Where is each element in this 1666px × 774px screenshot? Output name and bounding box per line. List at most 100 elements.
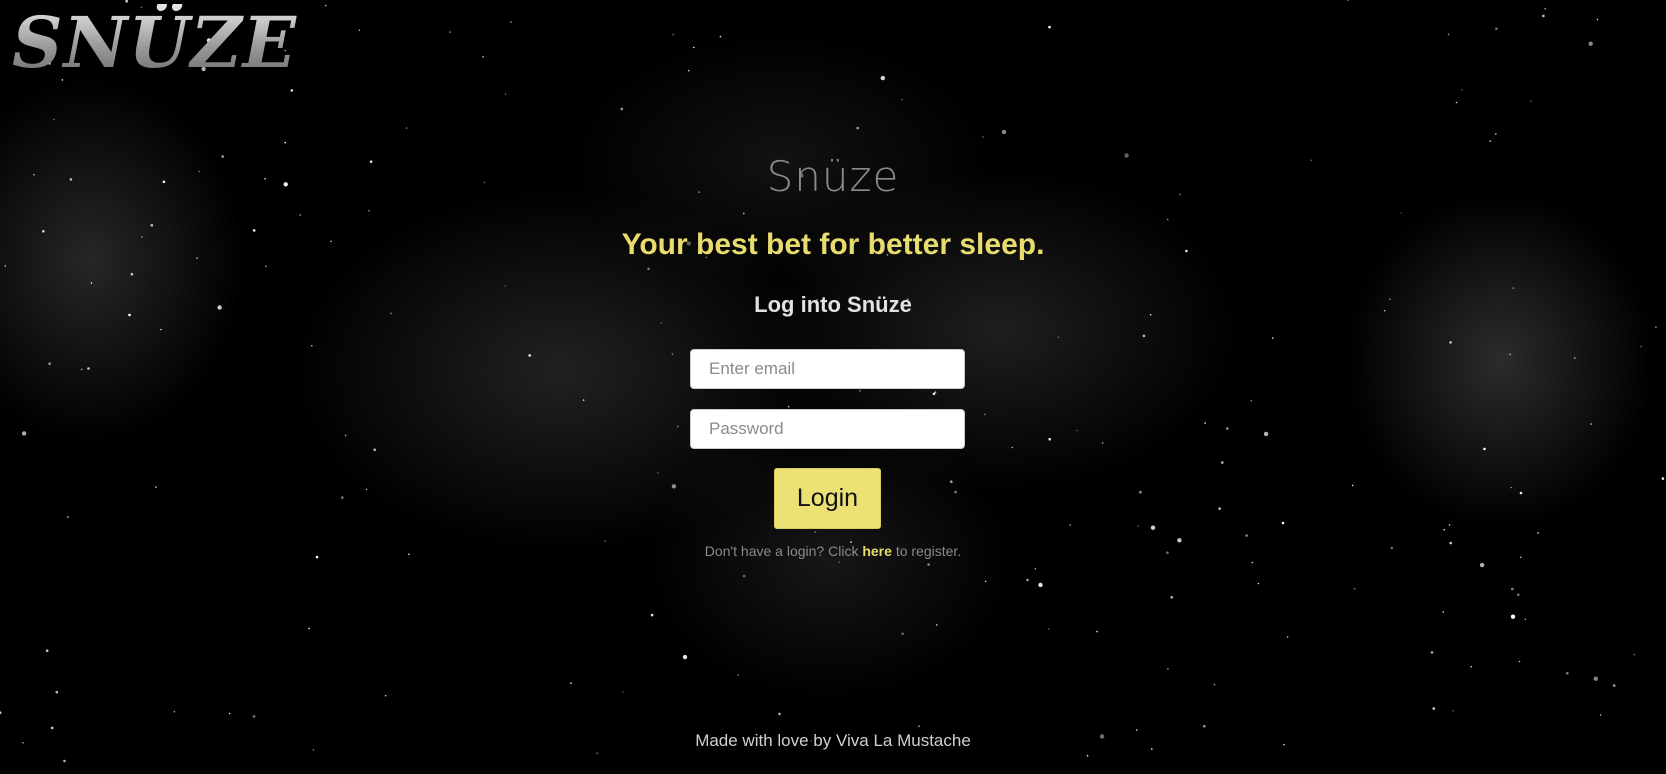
star	[1226, 427, 1229, 430]
star	[1519, 491, 1523, 495]
star	[1011, 446, 1014, 449]
star	[901, 98, 903, 101]
star	[1516, 593, 1520, 596]
star	[252, 715, 256, 718]
star	[1518, 660, 1521, 663]
star	[1455, 101, 1458, 104]
star	[1047, 628, 1050, 630]
star	[4, 265, 6, 267]
star	[1257, 582, 1260, 585]
star	[1347, 0, 1349, 1]
star	[1489, 140, 1491, 142]
star	[932, 392, 936, 396]
star	[50, 726, 54, 730]
star	[984, 413, 986, 416]
star	[1524, 618, 1527, 621]
star	[130, 272, 134, 276]
star	[935, 624, 938, 626]
star	[950, 480, 953, 484]
star	[1447, 33, 1450, 36]
star	[1596, 18, 1599, 21]
star	[1655, 326, 1657, 328]
star	[742, 574, 746, 578]
star	[719, 35, 722, 38]
star	[449, 31, 451, 33]
star	[1612, 684, 1616, 687]
star	[1537, 532, 1539, 534]
star	[1034, 568, 1037, 570]
footer-credit: Made with love by Viva La Mustache	[695, 731, 971, 750]
star	[954, 490, 957, 494]
star	[1400, 212, 1403, 214]
star	[1026, 578, 1029, 582]
register-prompt: Don't have a login? Click here to regist…	[0, 543, 1666, 559]
star	[299, 214, 302, 216]
star	[1574, 357, 1576, 359]
star	[982, 136, 984, 138]
star	[290, 89, 294, 92]
star	[1203, 724, 1206, 728]
star	[688, 69, 690, 72]
star	[1452, 710, 1454, 712]
email-field[interactable]	[690, 349, 965, 389]
star	[1593, 676, 1599, 681]
star	[1001, 129, 1007, 135]
star	[1271, 337, 1274, 339]
logo[interactable]: SNÜZE	[12, 4, 297, 81]
star	[405, 127, 408, 129]
star	[1510, 614, 1516, 619]
star	[1590, 423, 1592, 425]
star	[265, 265, 267, 268]
star	[1251, 561, 1254, 564]
star	[325, 4, 327, 7]
star	[284, 141, 287, 144]
star	[1495, 27, 1498, 31]
star	[676, 425, 679, 428]
star	[1057, 336, 1060, 339]
star	[482, 55, 484, 58]
star	[90, 282, 93, 284]
star	[1048, 25, 1051, 29]
star	[228, 712, 231, 715]
star	[1510, 486, 1512, 489]
star	[173, 710, 176, 713]
star	[53, 118, 55, 121]
register-link[interactable]: here	[862, 543, 892, 559]
star	[984, 580, 987, 583]
star	[596, 752, 598, 754]
star	[1221, 461, 1224, 464]
register-prefix-text: Don't have a login? Click	[704, 543, 859, 559]
star	[1470, 665, 1473, 668]
star	[0, 711, 2, 714]
star	[660, 322, 663, 324]
star	[838, 561, 840, 564]
star	[1633, 653, 1636, 656]
star	[1640, 345, 1642, 348]
star	[622, 691, 624, 693]
login-button[interactable]: Login	[774, 468, 881, 529]
star	[1599, 714, 1602, 716]
register-suffix-text: to register.	[895, 543, 962, 559]
star	[1139, 490, 1142, 494]
password-field[interactable]	[690, 409, 965, 449]
site-title: Snüze	[766, 152, 900, 201]
star	[1432, 707, 1436, 710]
star	[856, 126, 859, 130]
star	[682, 654, 688, 660]
star	[368, 209, 370, 212]
star	[1069, 524, 1071, 526]
star	[1483, 447, 1486, 451]
star	[1281, 521, 1285, 525]
star	[150, 223, 154, 227]
star	[1449, 341, 1452, 344]
star	[1443, 528, 1446, 531]
star	[1512, 287, 1515, 289]
star	[1167, 668, 1169, 670]
star	[671, 484, 677, 489]
star	[155, 486, 157, 488]
star	[647, 267, 650, 271]
star	[63, 759, 66, 763]
star	[344, 434, 347, 437]
login-heading: Log into Snüze	[754, 292, 912, 317]
star	[341, 496, 344, 499]
